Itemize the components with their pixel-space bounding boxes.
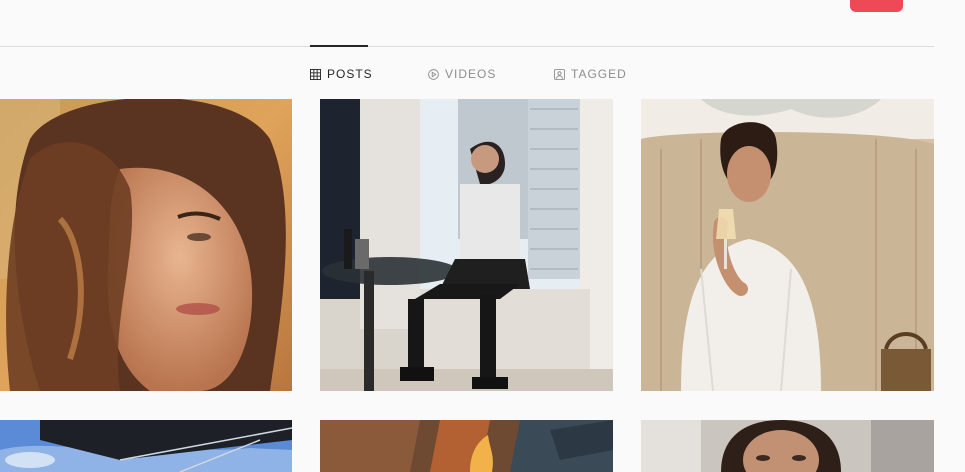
follow-button[interactable] [850,0,903,12]
tag-icon [554,68,565,80]
tab-tagged-label: TAGGED [571,67,627,81]
post-thumbnail-4[interactable] [0,420,292,472]
tab-posts[interactable]: POSTS [310,67,373,81]
post-thumbnail-1[interactable] [0,99,292,391]
tab-videos[interactable]: VIDEOS [428,67,496,81]
profile-page: POSTS VIDEOS TAGGED [0,0,965,472]
post-thumbnail-6[interactable] [641,420,934,472]
active-tab-indicator [310,45,368,47]
tab-videos-label: VIDEOS [445,67,497,81]
post-thumbnail-5[interactable] [320,420,613,472]
tab-tagged[interactable]: TAGGED [554,67,627,81]
play-icon [428,68,439,80]
post-thumbnail-3[interactable] [641,99,934,391]
tabs-divider [0,46,934,47]
post-thumbnail-2[interactable] [320,99,613,391]
tab-posts-label: POSTS [327,67,373,81]
grid-icon [310,68,321,80]
